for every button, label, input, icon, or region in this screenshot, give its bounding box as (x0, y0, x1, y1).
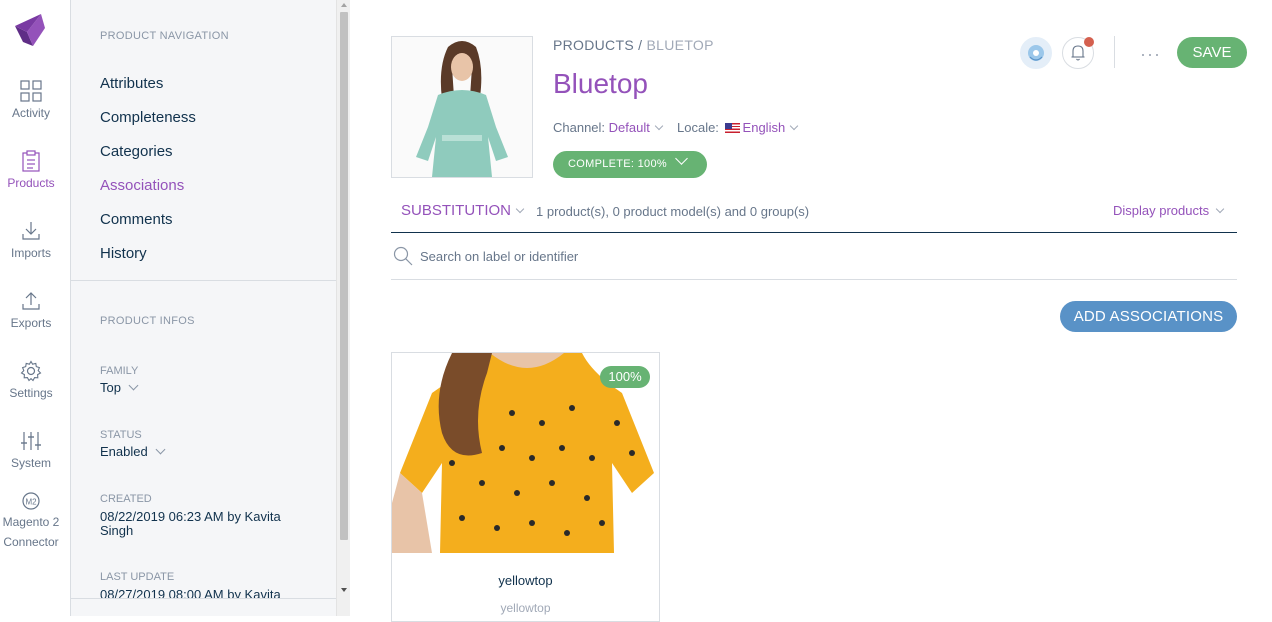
nav-link-history[interactable]: History (100, 245, 147, 262)
created-label: CREATED (100, 493, 152, 505)
locale-value: English (742, 120, 786, 135)
chevron-down-icon (1215, 204, 1225, 214)
family-label: FAMILY (100, 365, 139, 377)
help-button[interactable] (1020, 37, 1052, 69)
akeneo-logo[interactable] (13, 12, 47, 48)
nav-link-completeness[interactable]: Completeness (100, 109, 196, 126)
nav-divider (71, 280, 336, 281)
status-value: Enabled (100, 444, 148, 459)
clipboard-icon (22, 150, 40, 172)
us-flag-icon (724, 123, 740, 133)
search-input[interactable] (420, 246, 1220, 266)
status-select[interactable]: Enabled (100, 444, 166, 459)
export-icon (22, 292, 40, 310)
gear-icon (20, 360, 42, 382)
m2-icon: M2 (22, 492, 40, 510)
import-icon (22, 222, 40, 240)
rail-item-products[interactable]: Products (0, 150, 62, 190)
created-value: 08/22/2019 06:23 AM by Kavita Singh (100, 509, 281, 538)
rail-label-system: System (10, 456, 51, 470)
association-type-select[interactable]: SUBSTITUTION (401, 202, 525, 219)
save-button[interactable]: SAVE (1177, 37, 1247, 68)
chevron-down-icon (515, 204, 525, 214)
associations-header-divider (391, 232, 1237, 233)
breadcrumb: PRODUCTS / BLUETOP (553, 37, 714, 53)
chevron-down-icon (654, 121, 664, 131)
breadcrumb-separator: / (633, 37, 647, 53)
breadcrumb-current: BLUETOP (646, 37, 714, 53)
add-associations-button[interactable]: ADD ASSOCIATIONS (1060, 301, 1237, 332)
card-completeness-badge: 100% (600, 366, 650, 388)
nav-link-comments[interactable]: Comments (100, 211, 173, 228)
rail-label-magento-connector: Magento 2 Connector (2, 515, 60, 549)
rail-label-imports: Imports (10, 246, 51, 260)
scroll-down-arrow-icon[interactable] (341, 588, 347, 592)
family-select[interactable]: Top (100, 380, 139, 395)
rail-label-exports: Exports (10, 316, 52, 330)
rail-label-activity: Activity (11, 106, 50, 120)
rail-item-magento-connector[interactable]: M2 Magento 2 Connector (0, 490, 62, 552)
completeness-label: COMPLETE: 100% (568, 158, 667, 170)
scroll-up-arrow-icon[interactable] (341, 3, 347, 7)
chevron-down-icon (128, 380, 139, 391)
card-product-identifier: yellowtop (500, 601, 551, 615)
locale-label: Locale: (677, 120, 719, 135)
notifications-button[interactable] (1062, 37, 1094, 69)
product-navigation-title: PRODUCT NAVIGATION (100, 30, 229, 42)
display-products-label: Display products (1113, 203, 1210, 218)
nav-link-categories[interactable]: Categories (100, 143, 173, 160)
chevron-down-icon (675, 152, 688, 165)
header-separator (1114, 36, 1115, 68)
channel-value: Default (608, 120, 650, 135)
association-type-value: SUBSTITUTION (401, 202, 512, 219)
rail-item-system[interactable]: System (0, 430, 62, 470)
rail-label-products: Products (7, 176, 55, 190)
last-update-value: 08/27/2019 08:00 AM by Kavita (100, 588, 281, 598)
more-actions-button[interactable]: ··· (1140, 44, 1161, 65)
rail-item-exports[interactable]: Exports (0, 290, 62, 330)
nav-link-associations[interactable]: Associations (100, 177, 184, 194)
rail-item-settings[interactable]: Settings (0, 360, 62, 400)
product-thumbnail[interactable] (391, 36, 533, 178)
family-value: Top (100, 380, 121, 395)
nav-link-attributes[interactable]: Attributes (100, 75, 163, 92)
scrollbar-thumb[interactable] (340, 12, 348, 540)
notification-dot (1084, 37, 1094, 47)
last-update-label: LAST UPDATE (100, 571, 175, 583)
locale-switcher[interactable]: Locale: English (677, 120, 799, 135)
channel-label: Channel: (553, 120, 606, 135)
grid-icon (20, 80, 42, 102)
search-divider (391, 279, 1237, 280)
card-product-label: yellowtop (498, 573, 553, 588)
sliders-icon (21, 432, 41, 450)
rail-label-settings: Settings (9, 386, 53, 400)
search-icon (393, 246, 413, 266)
completeness-badge[interactable]: COMPLETE: 100% (553, 151, 707, 178)
rail-item-activity[interactable]: Activity (0, 80, 62, 120)
help-icon (1028, 45, 1044, 61)
product-infos-title: PRODUCT INFOS (100, 315, 195, 327)
chevron-down-icon (155, 444, 166, 455)
page-title: Bluetop (553, 68, 648, 99)
main-menu-rail: Activity Products Imports Exports Settin… (0, 0, 71, 616)
breadcrumb-products[interactable]: PRODUCTS (553, 37, 634, 53)
chevron-down-icon (789, 121, 799, 131)
channel-switcher[interactable]: Channel: Default (553, 120, 664, 135)
rail-item-imports[interactable]: Imports (0, 220, 62, 260)
association-count: 1 product(s), 0 product model(s) and 0 g… (536, 204, 810, 219)
nav-bottom-divider (71, 598, 336, 599)
display-products-select[interactable]: Display products (1113, 203, 1225, 218)
associated-product-card[interactable]: 100% yellowtop yellowtop (391, 352, 660, 622)
product-image (392, 37, 532, 177)
svg-text:M2: M2 (25, 498, 37, 507)
status-label: STATUS (100, 429, 142, 441)
nav-scrollbar[interactable] (336, 0, 350, 616)
